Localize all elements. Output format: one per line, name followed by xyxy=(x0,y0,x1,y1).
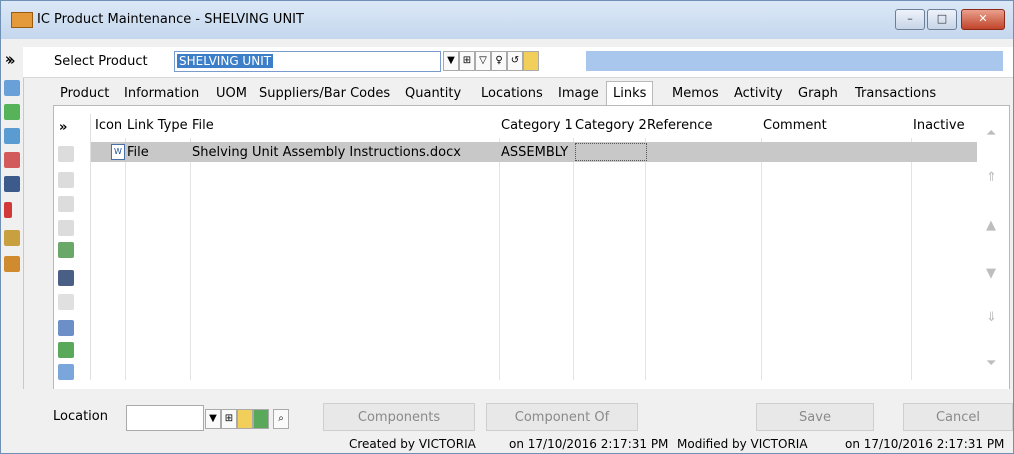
price-icon[interactable] xyxy=(4,230,20,246)
filter-links-icon[interactable] xyxy=(58,364,74,380)
prev-row-icon[interactable]: ▲ xyxy=(986,218,996,233)
report-icon[interactable] xyxy=(4,202,12,218)
tab-uom[interactable]: UOM xyxy=(216,86,247,101)
location-dropdown-icon[interactable]: ▼ xyxy=(205,409,221,429)
word-document-icon: W xyxy=(111,144,125,160)
title-bar: IC Product Maintenance - SHELVING UNIT –… xyxy=(1,1,1013,39)
tab-product[interactable]: Product xyxy=(60,86,109,101)
page-down-icon[interactable]: ⇓ xyxy=(986,310,997,325)
location-notes-icon[interactable] xyxy=(237,409,253,429)
tab-memos[interactable]: Memos xyxy=(672,86,719,101)
location-preview-icon[interactable]: ⌕ xyxy=(273,409,289,429)
export-icon[interactable] xyxy=(58,342,74,358)
close-button[interactable]: ✕ xyxy=(961,9,1005,30)
layout-icon[interactable] xyxy=(58,320,74,336)
copy-link-icon[interactable] xyxy=(58,196,74,212)
maximize-button[interactable]: □ xyxy=(927,9,957,30)
next-row-icon[interactable]: ▼ xyxy=(986,266,996,281)
save-button[interactable]: Save xyxy=(756,403,874,431)
cell-category-2[interactable] xyxy=(575,143,647,161)
col-file[interactable]: File xyxy=(192,118,214,133)
expand-chevron-icon[interactable]: » xyxy=(7,54,15,69)
created-by: Created by VICTORIA xyxy=(349,437,476,451)
app-icon xyxy=(11,12,33,28)
filter-icon[interactable]: ▽ xyxy=(475,51,491,71)
print-icon[interactable] xyxy=(4,176,20,192)
tab-quantity[interactable]: Quantity xyxy=(405,86,461,101)
first-row-icon[interactable]: ⏶ xyxy=(986,126,996,141)
tab-bar: Product Information UOM Suppliers/Bar Co… xyxy=(23,81,1013,105)
col-comment[interactable]: Comment xyxy=(763,118,827,133)
notes-icon[interactable] xyxy=(523,51,539,71)
delete-product-icon[interactable] xyxy=(4,152,20,168)
delete-link-icon[interactable] xyxy=(58,220,74,236)
window-title: IC Product Maintenance - SHELVING UNIT xyxy=(37,12,304,27)
components-button[interactable]: Components xyxy=(323,403,475,431)
app-window: IC Product Maintenance - SHELVING UNIT –… xyxy=(0,0,1014,454)
col-inactive[interactable]: Inactive xyxy=(913,118,965,133)
tab-links[interactable]: Links xyxy=(606,81,654,105)
edit-link-icon[interactable] xyxy=(58,172,74,188)
binoculars-icon[interactable]: ⊞ xyxy=(459,51,475,71)
modified-on: on 17/10/2016 2:17:31 PM xyxy=(845,437,1005,451)
table-row[interactable]: W File Shelving Unit Assembly Instructio… xyxy=(91,142,977,162)
component-of-button[interactable]: Component Of xyxy=(486,403,638,431)
location-chart-icon[interactable] xyxy=(253,409,269,429)
links-toolbar: » xyxy=(54,106,76,389)
new-link-icon[interactable] xyxy=(58,146,74,162)
cell-file: Shelving Unit Assembly Instructions.docx xyxy=(192,145,461,160)
row-navigation: ⏶ ⇑ ▲ ▼ ⇓ ⏷ xyxy=(978,114,1006,380)
last-row-icon[interactable]: ⏷ xyxy=(986,356,996,371)
product-value: SHELVING UNIT xyxy=(177,54,274,68)
tab-information[interactable]: Information xyxy=(124,86,199,101)
copy-product-icon[interactable] xyxy=(4,128,20,144)
select-product-row: » Select Product SHELVING UNIT ▼ ⊞ ▽ ♀ ↺ xyxy=(7,47,1013,78)
col-category-1[interactable]: Category 1 xyxy=(501,118,573,133)
print-links-icon[interactable] xyxy=(58,270,74,286)
left-toolbar: » xyxy=(1,47,24,452)
col-category-2[interactable]: Category 2 xyxy=(575,118,647,133)
page-up-icon[interactable]: ⇑ xyxy=(986,170,997,185)
col-icon[interactable]: Icon xyxy=(95,118,122,133)
modified-by: Modified by VICTORIA xyxy=(677,437,808,451)
bottom-bar: Location ▼ ⊞ ⌕ Components Component Of S… xyxy=(23,389,1013,453)
links-grid: Icon Link Type File Category 1 Category … xyxy=(90,114,977,380)
open-link-icon[interactable] xyxy=(58,242,74,258)
cell-link-type: File xyxy=(127,145,149,160)
tab-locations[interactable]: Locations xyxy=(481,86,543,101)
dropdown-arrow-icon[interactable]: ▼ xyxy=(443,51,459,71)
link-icon[interactable]: ↺ xyxy=(507,51,523,71)
location-input[interactable] xyxy=(126,405,204,431)
tab-activity[interactable]: Activity xyxy=(734,86,783,101)
sort-icon[interactable] xyxy=(58,294,74,310)
minimize-button[interactable]: – xyxy=(895,9,925,30)
created-on: on 17/10/2016 2:17:31 PM xyxy=(509,437,669,451)
tab-graph[interactable]: Graph xyxy=(798,86,838,101)
lightbulb-icon[interactable]: ♀ xyxy=(491,51,507,71)
edit-icon[interactable] xyxy=(4,80,20,96)
col-reference[interactable]: Reference xyxy=(647,118,712,133)
col-link-type[interactable]: Link Type xyxy=(127,118,188,133)
links-chevron-icon[interactable]: » xyxy=(59,120,67,135)
product-input[interactable]: SHELVING UNIT xyxy=(174,51,441,72)
tab-transactions[interactable]: Transactions xyxy=(855,86,936,101)
product-info-banner xyxy=(586,51,1003,71)
help-icon[interactable] xyxy=(4,256,20,272)
cell-category-1: ASSEMBLY xyxy=(501,145,569,160)
location-search-icon[interactable]: ⊞ xyxy=(221,409,237,429)
location-label: Location xyxy=(53,409,108,424)
links-panel: » Icon Link Type File Category 1 Categor… xyxy=(53,105,1010,390)
tab-suppliers[interactable]: Suppliers/Bar Codes xyxy=(259,86,390,101)
tab-image[interactable]: Image xyxy=(558,86,599,101)
select-product-label: Select Product xyxy=(54,54,148,69)
cancel-button[interactable]: Cancel xyxy=(903,403,1013,431)
add-product-icon[interactable] xyxy=(4,104,20,120)
